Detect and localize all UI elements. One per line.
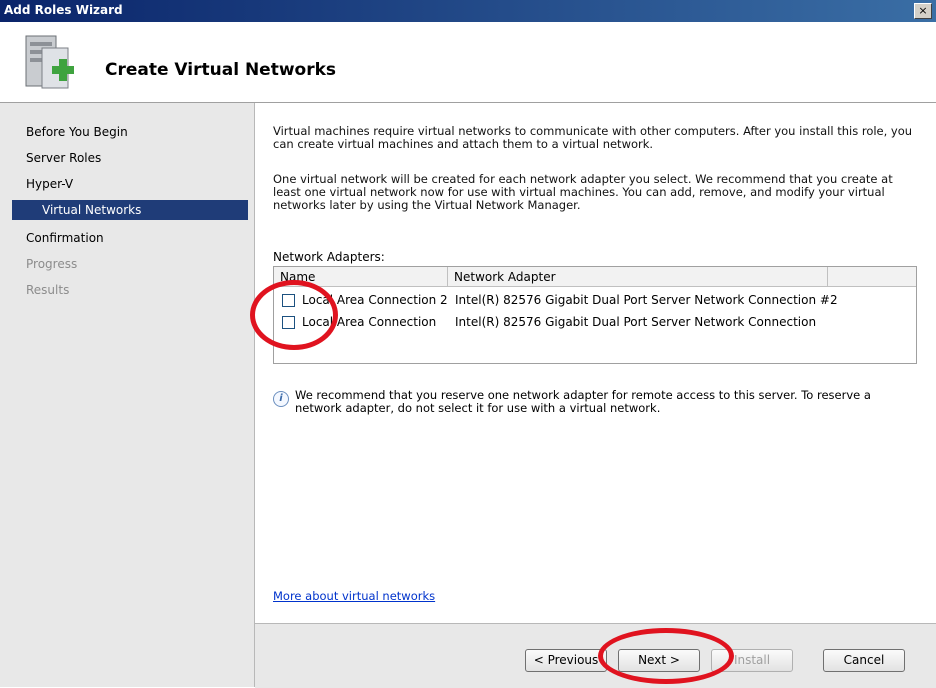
step-virtual-networks[interactable]: Virtual Networks: [12, 200, 248, 220]
adapter-checkbox[interactable]: [282, 316, 295, 329]
main-content: Virtual machines require virtual network…: [255, 103, 936, 623]
more-about-virtual-networks-link[interactable]: More about virtual networks: [273, 589, 435, 603]
step-hyper-v[interactable]: Hyper-V: [26, 177, 73, 191]
wizard-steps-sidebar: Before You Begin Server Roles Hyper-V Vi…: [0, 103, 255, 687]
next-button[interactable]: Next >: [618, 649, 700, 672]
table-row[interactable]: Local Area Connection Intel(R) 82576 Gig…: [274, 313, 914, 333]
column-header-name[interactable]: Name: [274, 267, 448, 287]
page-title: Create Virtual Networks: [105, 60, 337, 80]
previous-button[interactable]: < Previous: [525, 649, 607, 672]
network-adapters-list[interactable]: Name Network Adapter Local Area Connecti…: [273, 266, 917, 364]
step-before-you-begin[interactable]: Before You Begin: [26, 125, 128, 139]
adapter-checkbox[interactable]: [282, 294, 295, 307]
wizard-footer: < Previous Next > Install Cancel: [255, 623, 936, 688]
step-confirmation[interactable]: Confirmation: [26, 231, 104, 245]
server-role-icon: [25, 35, 74, 89]
column-header-empty: [828, 267, 916, 287]
intro-paragraph-2: One virtual network will be created for …: [273, 172, 893, 212]
step-results: Results: [26, 283, 70, 297]
step-server-roles[interactable]: Server Roles: [26, 151, 101, 165]
install-button: Install: [711, 649, 793, 672]
adapter-name: Local Area Connection: [302, 315, 437, 329]
table-row[interactable]: Local Area Connection 2 Intel(R) 82576 G…: [274, 291, 914, 311]
adapter-description: Intel(R) 82576 Gigabit Dual Port Server …: [455, 293, 838, 307]
info-icon: i: [273, 391, 289, 407]
close-button[interactable]: ×: [914, 3, 932, 19]
window-title: Add Roles Wizard: [4, 3, 123, 17]
network-adapters-label: Network Adapters:: [273, 250, 385, 264]
step-progress: Progress: [26, 257, 78, 271]
adapter-name: Local Area Connection 2: [302, 293, 448, 307]
cancel-button[interactable]: Cancel: [823, 649, 905, 672]
column-header-network-adapter[interactable]: Network Adapter: [448, 267, 828, 287]
title-bar: Add Roles Wizard ×: [0, 0, 936, 22]
adapter-description: Intel(R) 82576 Gigabit Dual Port Server …: [455, 315, 817, 329]
intro-paragraph-1: Virtual machines require virtual network…: [273, 124, 913, 151]
wizard-header: Create Virtual Networks: [0, 22, 936, 103]
info-text: We recommend that you reserve one networ…: [295, 388, 871, 415]
